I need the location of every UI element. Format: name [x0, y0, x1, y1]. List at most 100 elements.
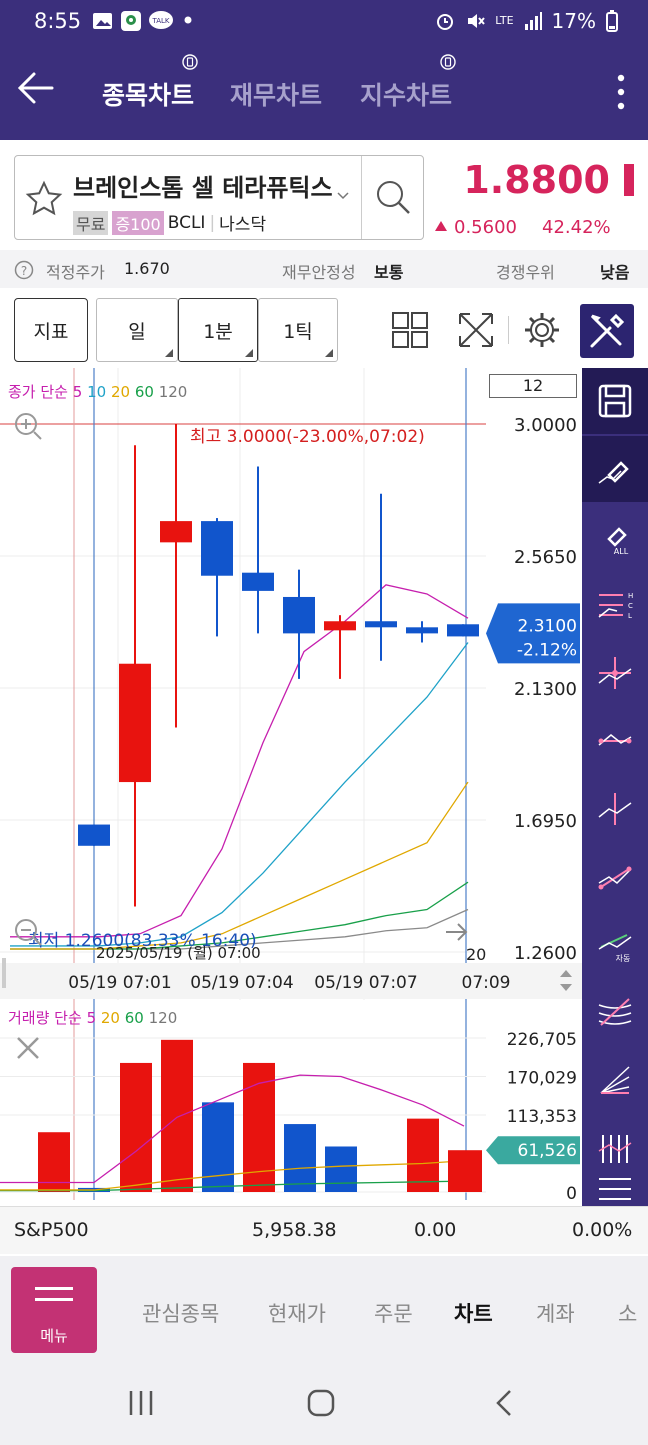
period-count-box[interactable]: 12: [489, 374, 577, 398]
menu-button[interactable]: 메뉴: [11, 1267, 97, 1353]
recent-apps-icon[interactable]: [126, 1388, 156, 1418]
nav-quote[interactable]: 현재가: [268, 1298, 326, 1328]
nav-header: 종목차트 재무차트 지수차트: [0, 50, 648, 134]
fullscreen-icon[interactable]: [456, 310, 496, 350]
hlc-line-icon: HCL: [598, 592, 633, 620]
auto-trend-icon: 자동: [598, 934, 632, 963]
volume-bar: [202, 1102, 234, 1192]
period-1min-button[interactable]: 1분: [178, 298, 258, 362]
talk-icon: TALK: [149, 11, 173, 29]
exchange: 나스닥: [219, 215, 267, 235]
svg-text:H: H: [628, 592, 633, 600]
right-edge-label: 20: [466, 945, 486, 964]
back-arrow-icon[interactable]: [16, 68, 56, 108]
trend-line-icon: [598, 866, 632, 890]
price-change-pct: 42.42%: [542, 217, 611, 238]
indicator-button[interactable]: 지표: [14, 298, 88, 362]
bottom-menu-bar: 메뉴 관심종목 현재가 주문 차트 계좌 소: [0, 1256, 648, 1366]
channel-line-button[interactable]: [582, 1168, 648, 1206]
volume-bar: [161, 1039, 193, 1192]
svg-text:?: ?: [21, 264, 27, 278]
tab-index-chart[interactable]: 지수차트: [360, 54, 456, 112]
stock-name: 브레인스톰 셀 테라퓨틱스: [73, 174, 333, 202]
candle-body: [78, 824, 110, 846]
vertical-line-button[interactable]: [582, 776, 648, 842]
fan-line-icon: [600, 1066, 630, 1094]
svg-text:L: L: [628, 612, 632, 620]
svg-text:ALL: ALL: [614, 547, 629, 555]
candle-body: [201, 521, 233, 576]
nav-chart[interactable]: 차트: [454, 1298, 493, 1328]
candle-body: [447, 624, 479, 637]
crosshair-line-button[interactable]: [582, 640, 648, 706]
price-indicator-bar: [624, 164, 634, 196]
battery-percent: 17%: [551, 9, 596, 33]
volume-ma-legend: 거래량 단순 5 20 60 120: [8, 1009, 178, 1027]
fan-line-button[interactable]: [582, 1048, 648, 1114]
search-button[interactable]: [361, 156, 423, 239]
competitive-advantage-label: 경쟁우위: [496, 263, 555, 282]
chart-toolbar: 지표 일 1분 1틱: [0, 292, 648, 368]
volume-bar: [284, 1124, 316, 1192]
cycle-line-icon: [598, 1135, 632, 1163]
period-1tick-button[interactable]: 1틱: [258, 298, 338, 362]
stock-selector[interactable]: 브레인스톰 셀 테라퓨틱스 무료 증100 BCLI | 나스닥: [14, 155, 424, 240]
battery-icon: [606, 10, 618, 32]
price-tick-label: 2.1300: [514, 679, 577, 700]
nav-more[interactable]: 소: [618, 1298, 637, 1328]
financial-stability-value: 보통: [374, 263, 404, 282]
time-tick-label: 05/19 07:01: [68, 973, 171, 993]
current-volume-label: 61,526: [518, 1141, 577, 1161]
help-icon[interactable]: ?: [14, 260, 34, 280]
price-change: 0.5600: [454, 217, 517, 238]
lte-label: LTE: [495, 14, 514, 27]
channel-line-icon: [599, 1178, 631, 1200]
home-icon[interactable]: [306, 1388, 336, 1418]
period-day-button[interactable]: 일: [96, 298, 178, 362]
horizontal-line-button[interactable]: [582, 708, 648, 774]
candle-body: [406, 627, 438, 634]
arc-tool-icon: [598, 998, 632, 1026]
crosshair-line-icon: [598, 657, 632, 689]
nav-watchlist[interactable]: 관심종목: [142, 1298, 219, 1328]
gear-icon[interactable]: [522, 310, 562, 350]
auto-trend-button[interactable]: 자동: [582, 912, 648, 978]
mute-icon: [468, 14, 486, 28]
trend-line-button[interactable]: [582, 844, 648, 910]
layout-grid-icon[interactable]: [390, 310, 430, 350]
nav-account[interactable]: 계좌: [536, 1298, 575, 1328]
drawing-tools-button[interactable]: [580, 304, 634, 358]
eraser-button[interactable]: [582, 436, 648, 502]
index-ticker-row[interactable]: S&P500 5,958.38 0.00 0.00%: [0, 1206, 648, 1254]
save-button[interactable]: [582, 368, 648, 434]
current-pct-label: -2.12%: [517, 640, 577, 660]
fair-price-label: 적정주가: [46, 263, 105, 282]
tab-stock-chart[interactable]: 종목차트: [102, 54, 198, 112]
star-favorite-icon[interactable]: [25, 180, 63, 218]
status-right: LTE 17%: [435, 9, 618, 33]
nav-order[interactable]: 주문: [374, 1298, 413, 1328]
candle-body: [242, 572, 274, 591]
tab-financial-chart[interactable]: 재무차트: [230, 76, 322, 112]
system-back-icon[interactable]: [490, 1388, 520, 1418]
save-icon: [598, 384, 632, 418]
valuation-row: ? 적정주가 1.670 재무안정성 보통 경쟁우위 낮음: [0, 250, 648, 288]
chart-area[interactable]: 3.0000 2.5650 2.1300 1.6950 1.2600 최고 3.0000(…: [0, 368, 582, 1206]
stock-tags: 무료 증100 BCLI | 나스닥: [73, 210, 266, 235]
current-price: 1.8800: [463, 158, 610, 202]
arc-tool-button[interactable]: [582, 980, 648, 1046]
price-volume-chart[interactable]: 3.0000 2.5650 2.1300 1.6950 1.2600 최고 3.0000(…: [0, 368, 582, 1206]
time-tick-label: 05/19 07:07: [314, 973, 417, 993]
up-triangle-icon: [435, 221, 447, 231]
index-change: 0.00: [414, 1219, 457, 1241]
erase-all-button[interactable]: ALL: [582, 504, 648, 570]
chart-background: [0, 368, 582, 1206]
price-tick-label: 1.6950: [514, 811, 577, 832]
hamburger-icon: [35, 1287, 73, 1309]
more-options-icon[interactable]: [616, 72, 626, 112]
candle-body: [160, 521, 192, 543]
hlc-line-button[interactable]: HCL: [582, 572, 648, 638]
signal-icon: [524, 12, 542, 30]
gallery-icon: [93, 13, 112, 29]
index-name: S&P500: [14, 1219, 89, 1241]
